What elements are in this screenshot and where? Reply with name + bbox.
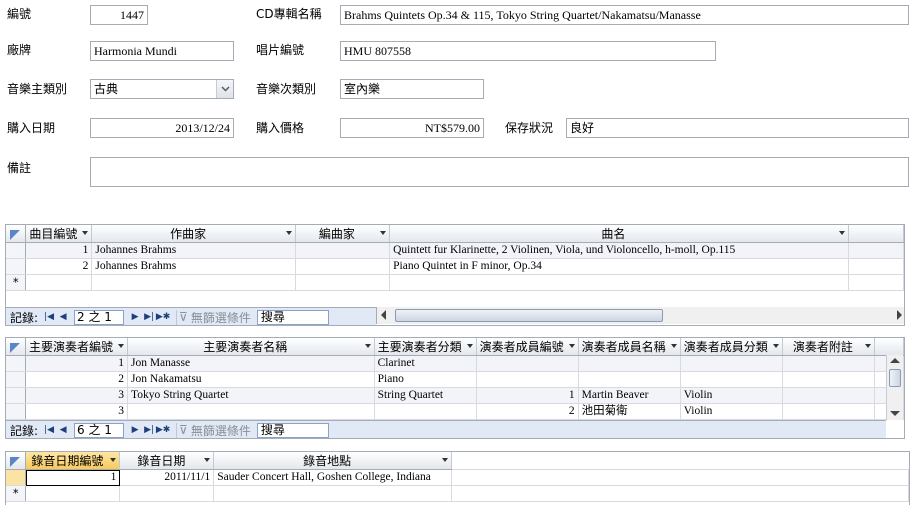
- catalog-field[interactable]: HMU 807558: [340, 41, 716, 61]
- tracks-col-header[interactable]: 作曲家: [91, 225, 296, 243]
- recordings-col-header[interactable]: 錄音地點: [213, 452, 453, 470]
- performers-col-header[interactable]: 演奏者成員編號: [476, 338, 579, 356]
- recordings-datasheet: 錄音日期編號 錄音日期 錄音地點 1 2011/11/1 Sauder Conc…: [5, 451, 910, 505]
- record-label: 記錄:: [10, 423, 39, 438]
- record-label: 記錄:: [10, 310, 39, 325]
- performers-col-header[interactable]: 主要演奏者編號: [25, 338, 128, 356]
- album-label: CD專輯名稱: [256, 7, 322, 21]
- genre-combo[interactable]: 古典: [90, 79, 234, 99]
- prev-record-icon[interactable]: ◀: [56, 310, 70, 324]
- new-record-row[interactable]: *: [6, 274, 904, 291]
- tracks-record-navigator: 記錄: |◀ ◀ 2 之 1 ▶ ▶| ▶✱ ⊽ 無篩選條件 搜尋: [6, 307, 376, 325]
- id-field[interactable]: 1447: [90, 5, 148, 25]
- scroll-thumb: [395, 309, 663, 322]
- subgenre-label: 音樂次類別: [256, 82, 317, 96]
- last-record-icon[interactable]: ▶|: [142, 310, 156, 324]
- scroll-right-icon: [897, 310, 902, 320]
- performers-col-header[interactable]: 主要演奏者名稱: [127, 338, 375, 356]
- scroll-thumb: [889, 369, 901, 387]
- scroll-down-icon: [890, 411, 900, 416]
- notes-label: 備註: [7, 161, 32, 175]
- new-record-nav-icon[interactable]: ▶✱: [156, 423, 170, 437]
- tracks-col-header[interactable]: 曲名: [389, 225, 849, 243]
- table-row[interactable]: 2 Jon Nakamatsu Piano: [6, 371, 904, 388]
- scroll-up-icon: [890, 358, 900, 363]
- date-field[interactable]: 2013/12/24: [90, 118, 234, 138]
- table-row[interactable]: 1 Johannes Brahms Quintett fur Klarinett…: [6, 242, 904, 259]
- notes-field[interactable]: [90, 157, 909, 187]
- next-record-icon[interactable]: ▶: [128, 423, 142, 437]
- performers-col-header[interactable]: 演奏者成員名稱: [578, 338, 681, 356]
- scroll-left-icon: [381, 310, 386, 320]
- subgenre-field[interactable]: 室內樂: [340, 79, 484, 99]
- genre-value: 古典: [94, 82, 119, 96]
- id-label: 編號: [7, 7, 32, 21]
- table-row[interactable]: 2 Johannes Brahms Piano Quintet in F min…: [6, 258, 904, 275]
- performers-vertical-scrollbar[interactable]: [886, 355, 903, 420]
- price-field[interactable]: NT$579.00: [340, 118, 484, 138]
- price-label: 購入價格: [256, 121, 305, 135]
- album-field[interactable]: Brahms Quintets Op.34 & 115, Tokyo Strin…: [340, 5, 909, 25]
- tracks-horizontal-scrollbar[interactable]: [376, 307, 904, 324]
- brand-label: 廠牌: [7, 43, 32, 57]
- prev-record-icon[interactable]: ◀: [56, 423, 70, 437]
- filter-status[interactable]: ⊽ 無篩選條件: [176, 309, 257, 325]
- table-row[interactable]: 3 2 池田菊衛 Violin: [6, 403, 904, 420]
- filter-status[interactable]: ⊽ 無篩選條件: [176, 422, 257, 438]
- genre-label: 音樂主類別: [7, 82, 68, 96]
- select-all-corner[interactable]: [6, 338, 26, 356]
- performers-col-header[interactable]: 演奏者成員分類: [680, 338, 783, 356]
- first-record-icon[interactable]: |◀: [42, 310, 56, 324]
- recordings-col-header[interactable]: 錄音日期編號: [25, 452, 121, 470]
- condition-label: 保存狀況: [505, 121, 554, 135]
- new-record-icon: *: [6, 274, 27, 291]
- table-row[interactable]: 3 Tokyo String Quartet String Quartet 1 …: [6, 387, 904, 404]
- recordings-col-header[interactable]: 錄音日期: [119, 452, 215, 470]
- performers-col-header[interactable]: 演奏者附註: [782, 338, 876, 356]
- search-input[interactable]: 搜尋: [256, 422, 329, 438]
- search-input[interactable]: 搜尋: [256, 309, 329, 325]
- filter-icon: ⊽: [179, 423, 188, 437]
- tracks-datasheet: 曲目編號 作曲家 編曲家 曲名 1 Johannes Brahms Quinte…: [5, 224, 905, 326]
- new-record-row[interactable]: *: [6, 485, 909, 502]
- table-row[interactable]: 1 2011/11/1 Sauder Concert Hall, Goshen …: [6, 469, 909, 486]
- next-record-icon[interactable]: ▶: [128, 310, 142, 324]
- chevron-down-icon[interactable]: [216, 80, 233, 98]
- performers-datasheet: 主要演奏者編號 主要演奏者名稱 主要演奏者分類 演奏者成員編號 演奏者成員名稱 …: [5, 337, 905, 439]
- record-position[interactable]: 2 之 1: [74, 309, 125, 325]
- record-position[interactable]: 6 之 1: [74, 422, 125, 438]
- new-record-icon: *: [6, 485, 27, 502]
- performers-record-navigator: 記錄: |◀ ◀ 6 之 1 ▶ ▶| ▶✱ ⊽ 無篩選條件 搜尋: [6, 420, 886, 438]
- new-record-nav-icon[interactable]: ▶✱: [156, 310, 170, 324]
- first-record-icon[interactable]: |◀: [42, 423, 56, 437]
- date-label: 購入日期: [7, 121, 56, 135]
- catalog-label: 唱片編號: [256, 43, 305, 57]
- filter-icon: ⊽: [179, 310, 188, 324]
- select-all-corner[interactable]: [6, 225, 27, 243]
- table-row[interactable]: 1 Jon Manasse Clarinet: [6, 355, 904, 372]
- tracks-col-header[interactable]: 曲目編號: [25, 225, 93, 243]
- condition-field[interactable]: 良好: [566, 118, 909, 138]
- tracks-col-header[interactable]: 編曲家: [295, 225, 391, 243]
- select-all-corner[interactable]: [6, 452, 27, 470]
- brand-field[interactable]: Harmonia Mundi: [90, 41, 234, 61]
- performers-col-header[interactable]: 主要演奏者分類: [374, 338, 477, 356]
- last-record-icon[interactable]: ▶|: [142, 423, 156, 437]
